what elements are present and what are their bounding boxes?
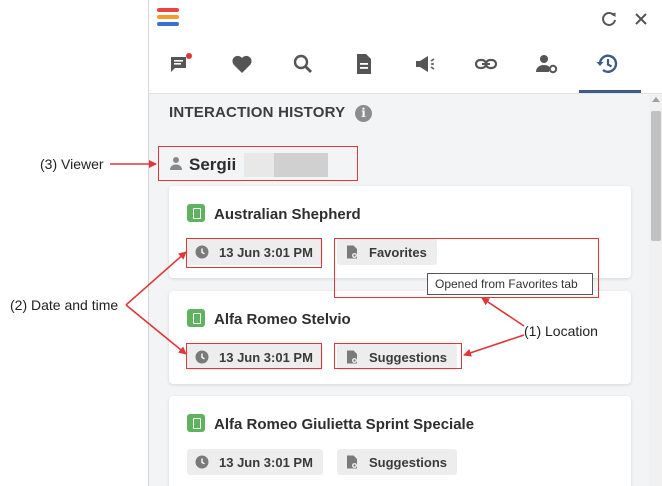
item-datetime: 13 Jun 3:01 PM bbox=[219, 454, 313, 470]
document-location-icon bbox=[347, 455, 357, 469]
scroll-up-arrow[interactable] bbox=[652, 97, 660, 102]
annotation-box-location-1 bbox=[334, 238, 599, 298]
annotation-box-datetime-1 bbox=[186, 238, 322, 268]
datetime-chip: 13 Jun 3:01 PM bbox=[187, 449, 323, 475]
tab-announcements[interactable] bbox=[411, 52, 439, 80]
item-title: Australian Shepherd bbox=[214, 206, 361, 223]
annotation-datetime-label: (2) Date and time bbox=[10, 297, 119, 313]
item-title: Alfa Romeo Giulietta Sprint Speciale bbox=[214, 416, 475, 433]
document-icon bbox=[187, 309, 205, 327]
app-logo bbox=[157, 8, 179, 28]
tab-favorites[interactable] bbox=[228, 52, 256, 80]
history-icon bbox=[595, 51, 621, 82]
history-header: INTERACTION HISTORY i bbox=[149, 95, 649, 135]
tab-comments[interactable] bbox=[167, 52, 195, 80]
megaphone-icon bbox=[413, 52, 437, 81]
tab-history[interactable] bbox=[594, 52, 622, 80]
scrollbar[interactable] bbox=[649, 95, 662, 486]
top-bar bbox=[149, 0, 662, 38]
tab-bar bbox=[149, 38, 662, 94]
item-location: Suggestions bbox=[369, 454, 448, 470]
scroll-thumb[interactable] bbox=[651, 111, 661, 241]
info-icon[interactable]: i bbox=[355, 105, 372, 122]
annotation-box-datetime-2 bbox=[186, 343, 322, 369]
link-icon bbox=[474, 52, 498, 81]
tab-documents[interactable] bbox=[350, 52, 378, 80]
refresh-icon[interactable] bbox=[599, 9, 619, 29]
annotation-viewer-label: (3) Viewer bbox=[40, 156, 104, 172]
tab-links[interactable] bbox=[472, 52, 500, 80]
document-icon bbox=[187, 414, 205, 432]
tab-user-settings[interactable] bbox=[533, 52, 561, 80]
annotation-box-viewer bbox=[158, 146, 358, 181]
annotation-location-label: (1) Location bbox=[524, 323, 598, 339]
item-title: Alfa Romeo Stelvio bbox=[214, 311, 351, 328]
tab-search[interactable] bbox=[289, 52, 317, 80]
page-title: INTERACTION HISTORY bbox=[169, 104, 346, 121]
active-tab-indicator bbox=[579, 90, 641, 93]
document-icon bbox=[352, 52, 376, 81]
search-icon bbox=[291, 52, 315, 81]
history-item[interactable]: Alfa Romeo Giulietta Sprint Speciale 13 … bbox=[169, 396, 631, 486]
location-chip: Suggestions bbox=[337, 449, 458, 475]
close-icon[interactable] bbox=[631, 9, 651, 29]
annotation-box-location-2 bbox=[334, 343, 462, 369]
user-gear-icon bbox=[535, 52, 559, 81]
heart-icon bbox=[230, 52, 254, 81]
clock-icon bbox=[195, 455, 209, 469]
comment-icon bbox=[169, 52, 193, 81]
document-icon bbox=[187, 204, 205, 222]
